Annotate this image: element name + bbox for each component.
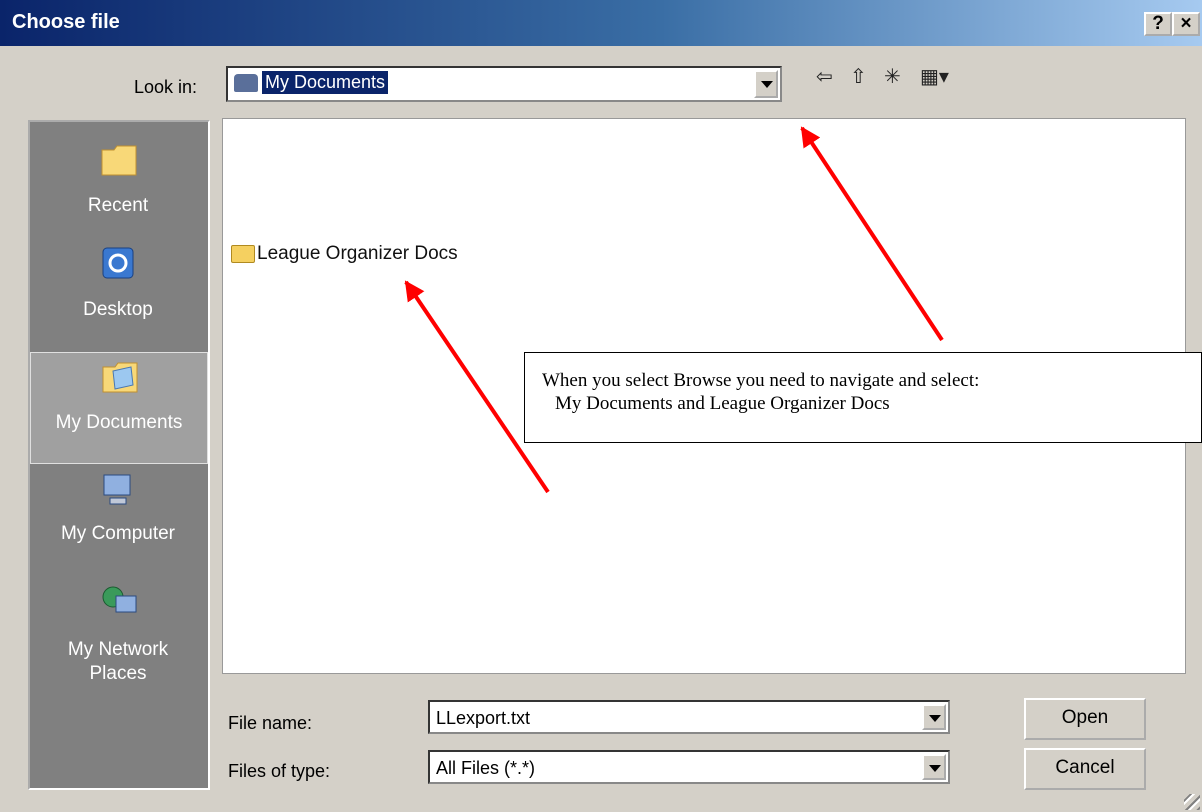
- computer-icon: [103, 474, 131, 505]
- callout-line-1: When you select Browse you need to navig…: [542, 370, 980, 391]
- views-menu-icon[interactable]: ▦▾: [920, 64, 949, 89]
- my-documents-icon: [234, 74, 258, 92]
- recent-folder-icon: [101, 145, 137, 176]
- chevron-down-icon[interactable]: [922, 704, 946, 730]
- place-my-computer[interactable]: My Computer: [30, 468, 208, 578]
- my-documents-folder-icon: [102, 362, 138, 393]
- place-label: Desktop: [83, 299, 153, 320]
- place-my-documents[interactable]: My Documents: [30, 352, 208, 464]
- new-folder-icon[interactable]: ✳: [884, 64, 901, 89]
- up-folder-icon[interactable]: ⇧: [850, 64, 867, 89]
- list-item[interactable]: League Organizer Docs: [231, 243, 458, 265]
- file-name-label: File name:: [228, 713, 313, 733]
- open-button[interactable]: Open: [1024, 698, 1146, 740]
- file-name: League Organizer Docs: [257, 243, 458, 264]
- title-bar: Choose file ? ×: [0, 0, 1202, 46]
- help-button[interactable]: ?: [1144, 12, 1172, 36]
- look-in-dropdown[interactable]: My Documents: [226, 66, 782, 102]
- place-recent[interactable]: Recent: [30, 132, 208, 242]
- back-icon[interactable]: ⇦: [816, 64, 833, 89]
- place-label-line2: Places: [89, 663, 147, 684]
- place-label: Recent: [87, 195, 149, 216]
- chevron-down-icon[interactable]: [754, 70, 778, 98]
- file-name-field[interactable]: LLexport.txt: [428, 700, 950, 734]
- file-type-value: All Files (*.*): [436, 758, 536, 778]
- cancel-button[interactable]: Cancel: [1024, 748, 1146, 790]
- desktop-icon: [102, 247, 134, 279]
- file-type-label: Files of type:: [228, 761, 331, 781]
- look-in-label: Look in:: [134, 77, 198, 97]
- place-my-network[interactable]: My Network Places: [30, 582, 208, 702]
- file-type-select[interactable]: All Files (*.*): [428, 750, 950, 784]
- chevron-down-icon[interactable]: [922, 754, 946, 780]
- instruction-callout: When you select Browse you need to navig…: [524, 352, 1202, 443]
- window-title: Choose file: [12, 11, 120, 33]
- resize-grip[interactable]: [1184, 794, 1200, 810]
- folder-icon: [231, 244, 255, 263]
- place-label: My Documents: [55, 412, 183, 433]
- places-bar: Recent Desktop My Documents My Computer …: [28, 120, 210, 790]
- look-in-value: My Documents: [260, 70, 390, 95]
- place-label: My Computer: [60, 523, 176, 544]
- network-places-icon: [102, 586, 137, 613]
- close-button[interactable]: ×: [1172, 12, 1200, 36]
- place-desktop[interactable]: Desktop: [30, 240, 208, 350]
- callout-line-2: My Documents and League Organizer Docs: [555, 393, 890, 414]
- file-name-value: LLexport.txt: [436, 708, 531, 728]
- place-label: My Network: [67, 639, 169, 660]
